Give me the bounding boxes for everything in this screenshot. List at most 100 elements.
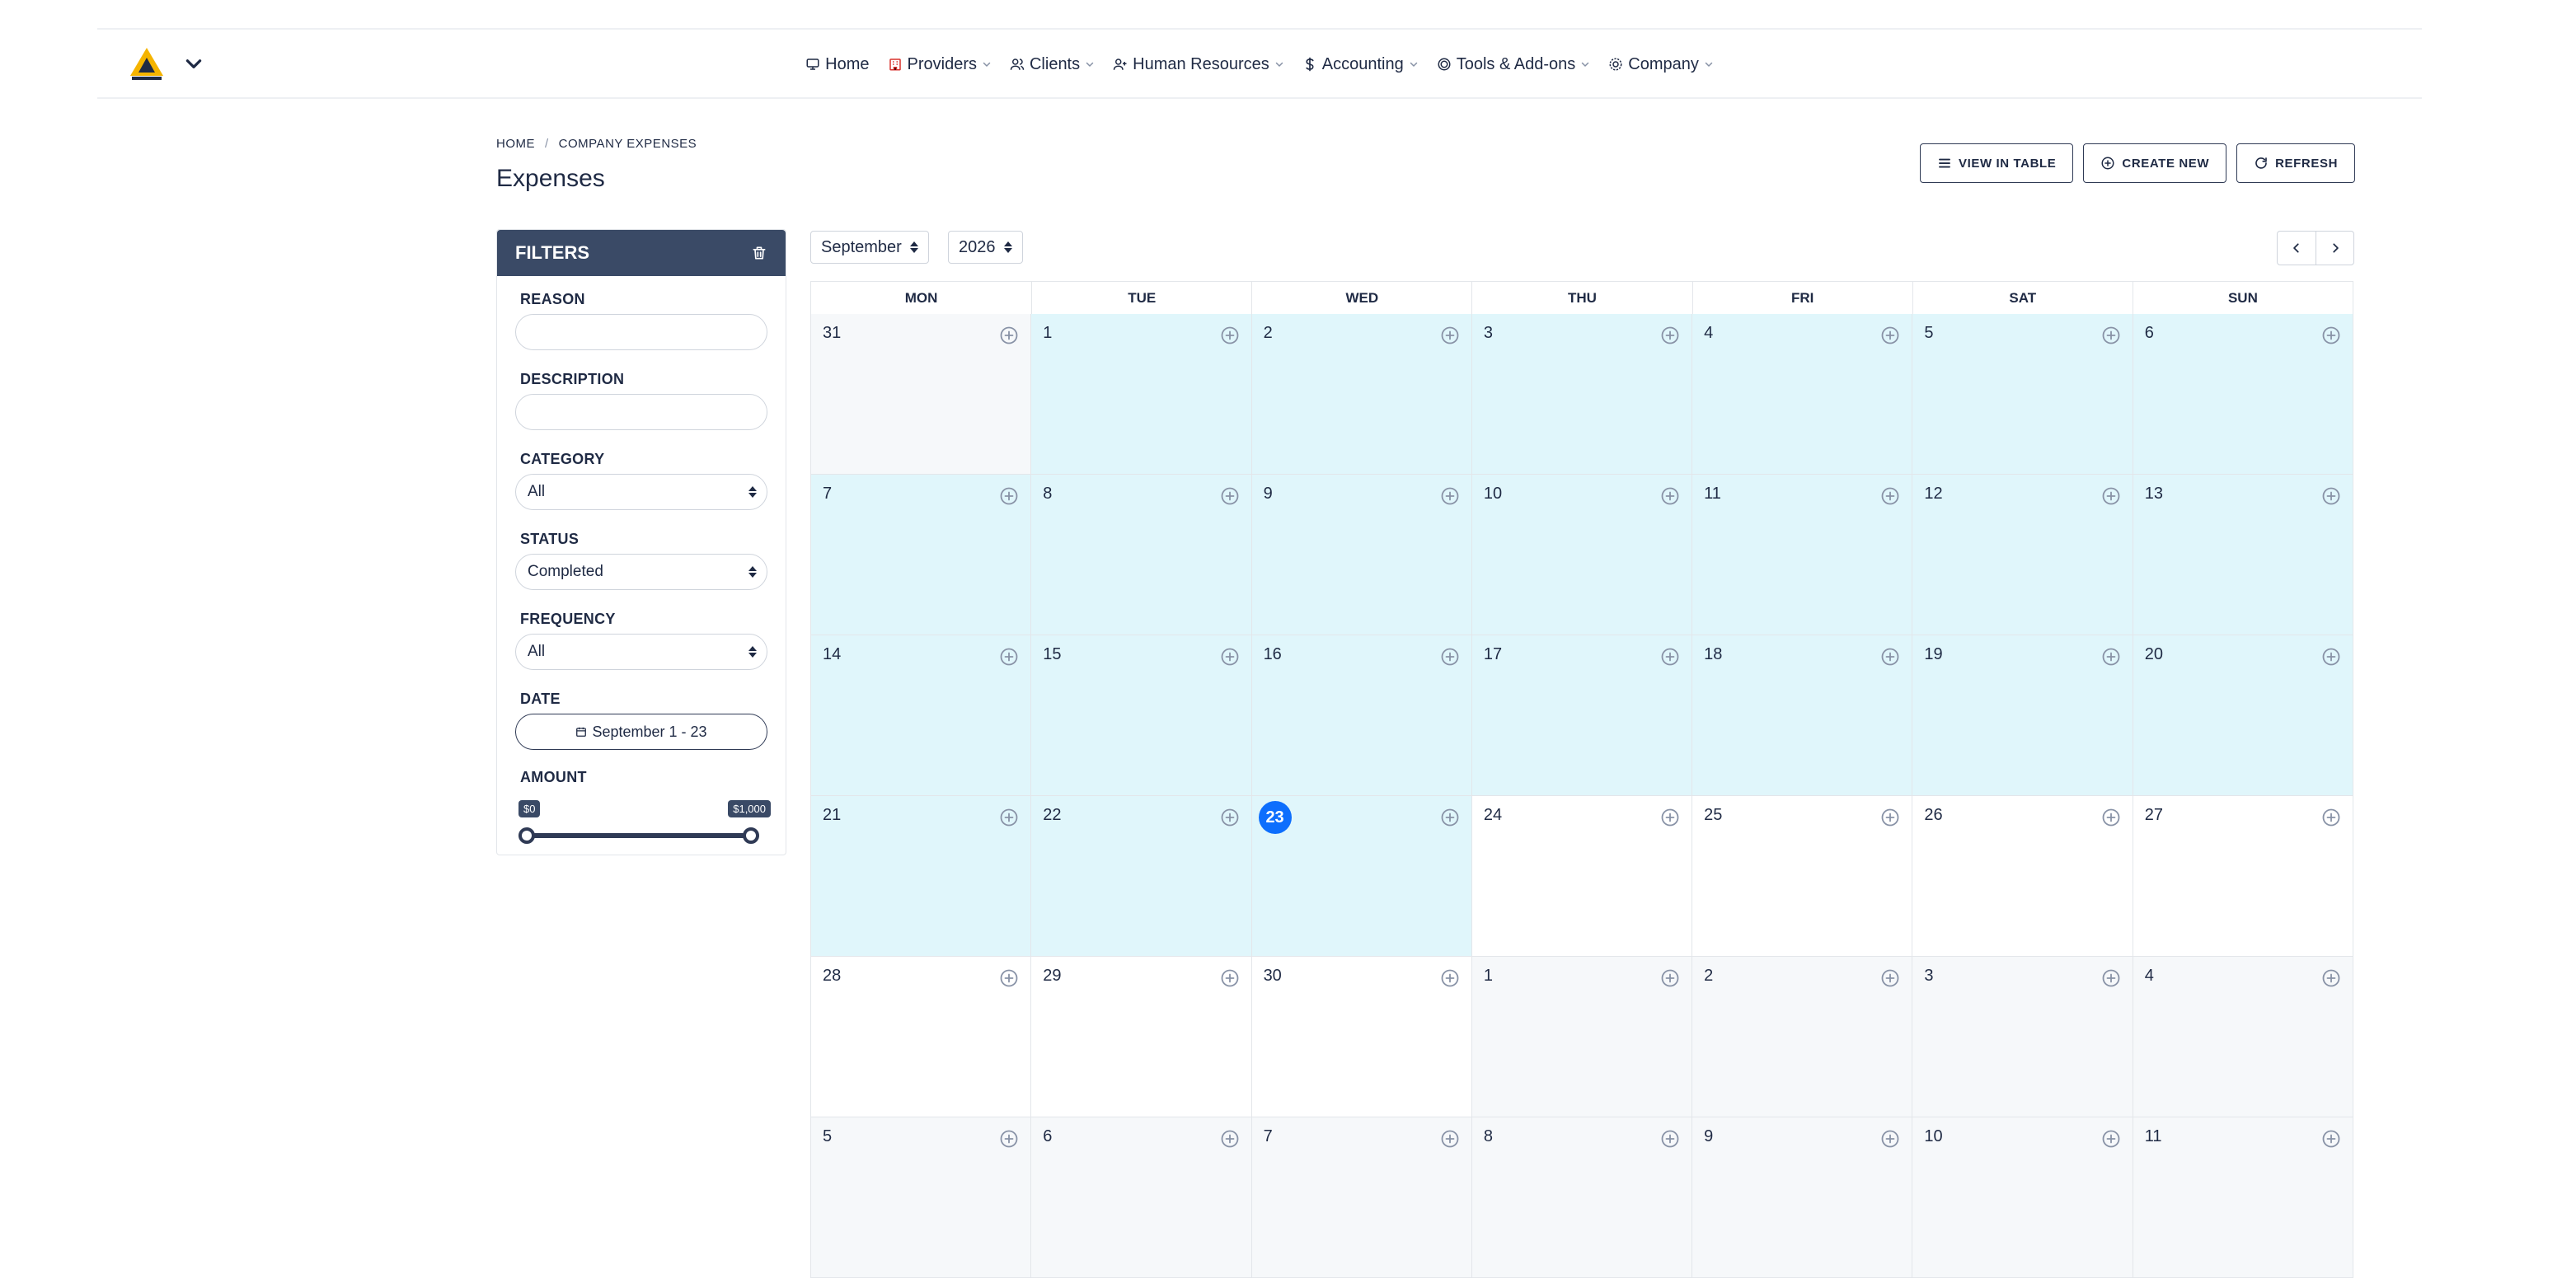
calendar-day-cell[interactable]: 3 (1471, 314, 1693, 475)
nav-item-accounting[interactable]: Accounting (1302, 55, 1419, 74)
add-expense-icon[interactable] (1660, 486, 1680, 506)
status-select[interactable]: Completed (515, 554, 767, 590)
nav-item-providers[interactable]: Providers (888, 55, 992, 74)
calendar-day-cell[interactable]: 16 (1251, 635, 1472, 796)
calendar-day-cell[interactable]: 3 (1912, 957, 2133, 1117)
month-select[interactable]: September (810, 231, 929, 264)
breadcrumb-home[interactable]: HOME (496, 137, 535, 151)
add-expense-icon[interactable] (1440, 486, 1460, 506)
nav-item-home[interactable]: Home (805, 55, 870, 74)
calendar-day-cell[interactable]: 4 (1692, 314, 1913, 475)
refresh-button[interactable]: REFRESH (2236, 143, 2355, 183)
add-expense-icon[interactable] (2101, 647, 2121, 667)
calendar-day-cell[interactable]: 1 (1031, 314, 1252, 475)
add-expense-icon[interactable] (2101, 486, 2121, 506)
add-expense-icon[interactable] (1440, 968, 1460, 988)
add-expense-icon[interactable] (2321, 647, 2341, 667)
date-range-picker[interactable]: September 1 - 23 (515, 714, 767, 750)
calendar-day-cell[interactable]: 9 (1251, 475, 1472, 635)
add-expense-icon[interactable] (999, 1129, 1019, 1149)
add-expense-icon[interactable] (1220, 1129, 1240, 1149)
add-expense-icon[interactable] (1440, 647, 1460, 667)
calendar-day-cell[interactable]: 25 (1692, 796, 1913, 957)
calendar-day-cell[interactable]: 24 (1471, 796, 1693, 957)
calendar-day-cell[interactable]: 22 (1031, 796, 1252, 957)
create-new-button[interactable]: CREATE NEW (2083, 143, 2227, 183)
add-expense-icon[interactable] (1220, 647, 1240, 667)
add-expense-icon[interactable] (1660, 968, 1680, 988)
prev-month-button[interactable] (2278, 232, 2316, 265)
calendar-day-cell[interactable]: 15 (1031, 635, 1252, 796)
add-expense-icon[interactable] (1660, 647, 1680, 667)
add-expense-icon[interactable] (1880, 486, 1900, 506)
year-select[interactable]: 2026 (948, 231, 1023, 264)
add-expense-icon[interactable] (2101, 808, 2121, 827)
add-expense-icon[interactable] (2321, 326, 2341, 345)
add-expense-icon[interactable] (1880, 326, 1900, 345)
calendar-day-cell[interactable]: 8 (1471, 1117, 1693, 1278)
add-expense-icon[interactable] (1880, 1129, 1900, 1149)
add-expense-icon[interactable] (2101, 968, 2121, 988)
calendar-day-cell[interactable]: 30 (1251, 957, 1472, 1117)
calendar-day-cell[interactable]: 17 (1471, 635, 1693, 796)
calendar-day-cell[interactable]: 20 (2133, 635, 2353, 796)
add-expense-icon[interactable] (1880, 968, 1900, 988)
add-expense-icon[interactable] (2101, 1129, 2121, 1149)
calendar-day-cell[interactable]: 11 (2133, 1117, 2353, 1278)
add-expense-icon[interactable] (999, 326, 1019, 345)
view-in-table-button[interactable]: VIEW IN TABLE (1920, 143, 2074, 183)
add-expense-icon[interactable] (1220, 326, 1240, 345)
reason-input[interactable] (515, 314, 767, 350)
frequency-select[interactable]: All (515, 634, 767, 670)
nav-item-tools-add-ons[interactable]: Tools & Add-ons (1437, 55, 1591, 74)
add-expense-icon[interactable] (2321, 968, 2341, 988)
calendar-day-cell[interactable]: 2 (1251, 314, 1472, 475)
calendar-day-cell[interactable]: 7 (1251, 1117, 1472, 1278)
calendar-day-cell[interactable]: 6 (1031, 1117, 1252, 1278)
add-expense-icon[interactable] (2101, 326, 2121, 345)
calendar-day-cell[interactable]: 23 (1251, 796, 1472, 957)
calendar-day-cell[interactable]: 26 (1912, 796, 2133, 957)
calendar-day-cell[interactable]: 31 (811, 314, 1032, 475)
calendar-day-cell[interactable]: 10 (1471, 475, 1693, 635)
nav-item-company[interactable]: Company (1608, 55, 1714, 74)
slider-max-handle[interactable] (743, 827, 759, 844)
add-expense-icon[interactable] (1880, 647, 1900, 667)
add-expense-icon[interactable] (1220, 486, 1240, 506)
add-expense-icon[interactable] (1220, 808, 1240, 827)
add-expense-icon[interactable] (2321, 808, 2341, 827)
calendar-day-cell[interactable]: 11 (1692, 475, 1913, 635)
calendar-day-cell[interactable]: 27 (2133, 796, 2353, 957)
slider-min-handle[interactable] (518, 827, 535, 844)
slider-track[interactable] (527, 833, 751, 838)
calendar-day-cell[interactable]: 13 (2133, 475, 2353, 635)
calendar-day-cell[interactable]: 21 (811, 796, 1032, 957)
calendar-day-cell[interactable]: 8 (1031, 475, 1252, 635)
nav-item-human-resources[interactable]: Human Resources (1113, 55, 1284, 74)
description-input[interactable] (515, 394, 767, 430)
add-expense-icon[interactable] (2321, 486, 2341, 506)
calendar-day-cell[interactable]: 29 (1031, 957, 1252, 1117)
calendar-day-cell[interactable]: 4 (2133, 957, 2353, 1117)
add-expense-icon[interactable] (1220, 968, 1240, 988)
calendar-day-cell[interactable]: 28 (811, 957, 1032, 1117)
add-expense-icon[interactable] (2321, 1129, 2341, 1149)
next-month-button[interactable] (2316, 232, 2353, 265)
calendar-day-cell[interactable]: 19 (1912, 635, 2133, 796)
calendar-day-cell[interactable]: 1 (1471, 957, 1693, 1117)
add-expense-icon[interactable] (1660, 326, 1680, 345)
calendar-day-cell[interactable]: 10 (1912, 1117, 2133, 1278)
calendar-day-cell[interactable]: 2 (1692, 957, 1913, 1117)
calendar-day-cell[interactable]: 18 (1692, 635, 1913, 796)
add-expense-icon[interactable] (999, 486, 1019, 506)
calendar-day-cell[interactable]: 12 (1912, 475, 2133, 635)
calendar-day-cell[interactable]: 14 (811, 635, 1032, 796)
calendar-day-cell[interactable]: 5 (811, 1117, 1032, 1278)
trash-icon[interactable] (751, 245, 767, 261)
add-expense-icon[interactable] (1440, 808, 1460, 827)
add-expense-icon[interactable] (999, 968, 1019, 988)
add-expense-icon[interactable] (1660, 1129, 1680, 1149)
add-expense-icon[interactable] (1880, 808, 1900, 827)
category-select[interactable]: All (515, 474, 767, 510)
calendar-day-cell[interactable]: 9 (1692, 1117, 1913, 1278)
